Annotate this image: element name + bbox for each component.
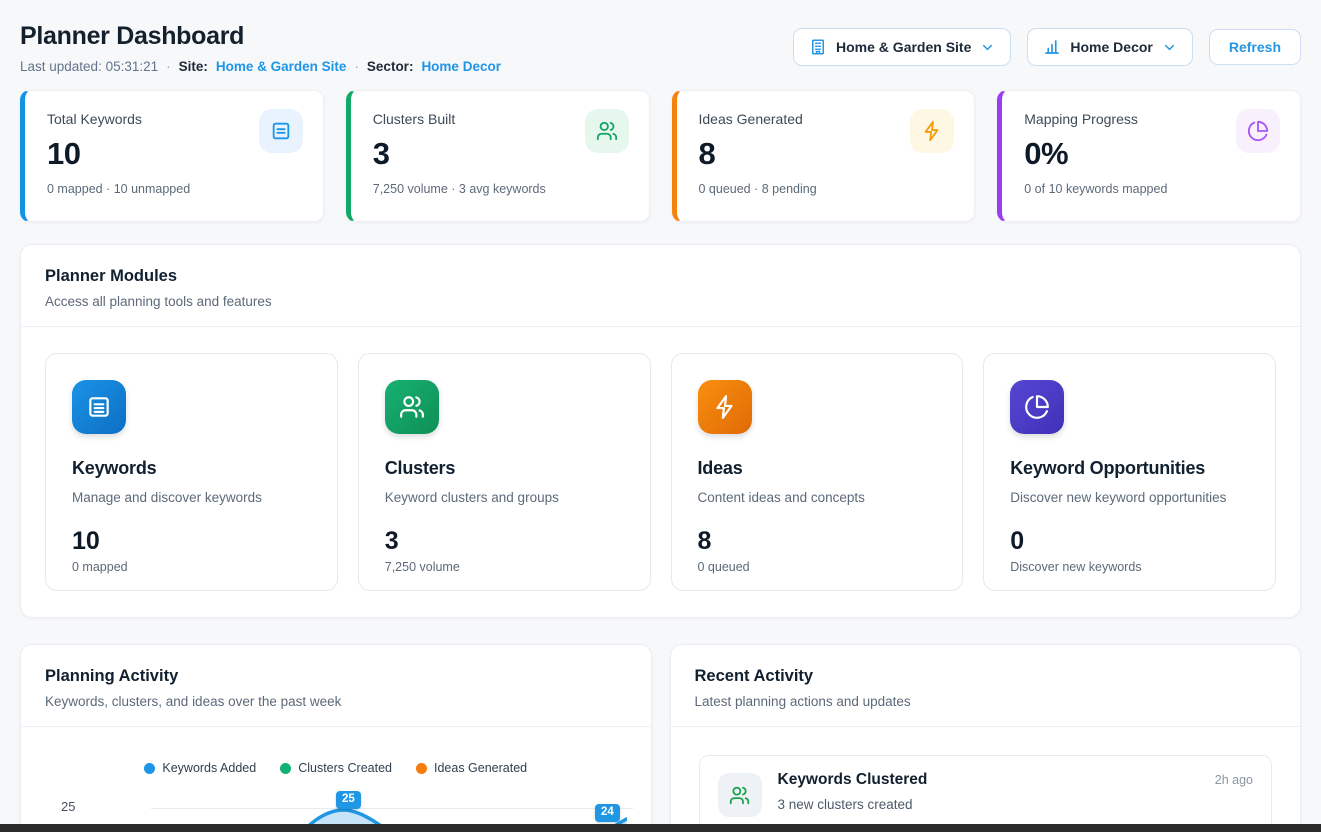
- users-icon: [585, 109, 629, 153]
- module-value: 8: [698, 527, 937, 556]
- header-toolbar: Home & Garden Site Home Decor Refresh: [793, 28, 1301, 66]
- module-value: 0: [1010, 527, 1249, 556]
- bottom-bar: [0, 824, 1321, 832]
- recent-activity-panel: Recent Activity Latest planning actions …: [670, 644, 1302, 832]
- stat-sub: 0 of 10 keywords mapped: [1024, 182, 1278, 196]
- legend-label: Keywords Added: [162, 761, 256, 775]
- recent-activity-header: Recent Activity Latest planning actions …: [671, 645, 1301, 726]
- pie-chart-icon: [1010, 380, 1064, 434]
- module-description: Content ideas and concepts: [698, 490, 937, 505]
- module-card-keyword-opportunities[interactable]: Keyword Opportunities Discover new keywo…: [983, 353, 1276, 591]
- module-title: Ideas: [698, 458, 937, 479]
- pie-chart-icon: [1236, 109, 1280, 153]
- header-left: Planner Dashboard Last updated: 05:31:21…: [20, 20, 501, 74]
- activity-title: Keywords Clustered: [778, 771, 928, 789]
- modules-panel-title: Planner Modules: [45, 267, 1276, 286]
- sector-selector-label: Home Decor: [1070, 39, 1152, 55]
- document-icon: [259, 109, 303, 153]
- module-card-ideas[interactable]: Ideas Content ideas and concepts 8 0 que…: [671, 353, 964, 591]
- sector-selector-button[interactable]: Home Decor: [1027, 28, 1192, 66]
- module-value: 10: [72, 527, 311, 556]
- refresh-button[interactable]: Refresh: [1209, 29, 1301, 65]
- planning-activity-subtitle: Keywords, clusters, and ideas over the p…: [45, 694, 627, 709]
- modules-body: Keywords Manage and discover keywords 10…: [21, 327, 1300, 617]
- legend-label: Clusters Created: [298, 761, 392, 775]
- point-label-badge: 24: [595, 804, 620, 822]
- stat-sub: 0 mapped · 10 unmapped: [47, 182, 301, 196]
- bottom-row: Planning Activity Keywords, clusters, an…: [20, 644, 1301, 832]
- modules-panel-subtitle: Access all planning tools and features: [45, 294, 1276, 309]
- document-icon: [72, 380, 126, 434]
- module-sub: 0 queued: [698, 560, 937, 574]
- page-title: Planner Dashboard: [20, 22, 501, 51]
- activity-top-row: Keywords Clustered 2h ago: [778, 771, 1254, 789]
- lightning-icon: [910, 109, 954, 153]
- activity-item-keywords-clustered: Keywords Clustered 2h ago 3 new clusters…: [699, 755, 1273, 832]
- stat-sub: 7,250 volume · 3 avg keywords: [373, 182, 627, 196]
- planning-activity-panel: Planning Activity Keywords, clusters, an…: [20, 644, 652, 832]
- chevron-down-icon: [980, 40, 995, 55]
- point-label-badge: 25: [336, 791, 361, 809]
- legend-dot-orange: [416, 763, 427, 774]
- sector-label: Sector:: [367, 59, 414, 74]
- dashboard-page: Planner Dashboard Last updated: 05:31:21…: [0, 0, 1321, 832]
- module-description: Manage and discover keywords: [72, 490, 311, 505]
- module-card-clusters[interactable]: Clusters Keyword clusters and groups 3 7…: [358, 353, 651, 591]
- sector-link[interactable]: Home Decor: [421, 59, 501, 74]
- site-selector-label: Home & Garden Site: [836, 39, 971, 55]
- module-title: Keywords: [72, 458, 311, 479]
- chevron-down-icon: [1162, 40, 1177, 55]
- stat-sub: 0 queued · 8 pending: [699, 182, 953, 196]
- planning-activity-title: Planning Activity: [45, 667, 627, 686]
- page-meta: Last updated: 05:31:21 · Site: Home & Ga…: [20, 59, 501, 74]
- users-icon: [718, 773, 762, 817]
- meta-separator: ·: [354, 59, 359, 74]
- page-header: Planner Dashboard Last updated: 05:31:21…: [20, 20, 1301, 74]
- module-title: Keyword Opportunities: [1010, 458, 1249, 479]
- module-sub: 7,250 volume: [385, 560, 624, 574]
- divider: [21, 726, 651, 727]
- site-link[interactable]: Home & Garden Site: [216, 59, 347, 74]
- legend-item-clusters-created: Clusters Created: [280, 761, 392, 775]
- module-description: Keyword clusters and groups: [385, 490, 624, 505]
- module-description: Discover new keyword opportunities: [1010, 490, 1249, 505]
- legend-item-keywords-added: Keywords Added: [144, 761, 256, 775]
- stats-row: Total Keywords 10 0 mapped · 10 unmapped…: [20, 90, 1301, 222]
- chart-legend: Keywords Added Clusters Created Ideas Ge…: [21, 761, 651, 775]
- last-updated-text: Last updated: 05:31:21: [20, 59, 158, 74]
- stat-card-total-keywords: Total Keywords 10 0 mapped · 10 unmapped: [20, 90, 324, 222]
- activity-description: 3 new clusters created: [778, 797, 1254, 812]
- lightning-icon: [698, 380, 752, 434]
- recent-activity-subtitle: Latest planning actions and updates: [695, 694, 1277, 709]
- legend-dot-blue: [144, 763, 155, 774]
- module-card-keywords[interactable]: Keywords Manage and discover keywords 10…: [45, 353, 338, 591]
- building-icon: [809, 38, 827, 56]
- modules-panel-header: Planner Modules Access all planning tool…: [21, 245, 1300, 326]
- modules-grid: Keywords Manage and discover keywords 10…: [45, 353, 1276, 591]
- legend-item-ideas-generated: Ideas Generated: [416, 761, 527, 775]
- planning-activity-header: Planning Activity Keywords, clusters, an…: [21, 645, 651, 726]
- module-sub: Discover new keywords: [1010, 560, 1249, 574]
- meta-separator: ·: [166, 59, 171, 74]
- module-sub: 0 mapped: [72, 560, 311, 574]
- recent-activity-title: Recent Activity: [695, 667, 1277, 686]
- bar-chart-icon: [1043, 38, 1061, 56]
- site-label: Site:: [179, 59, 208, 74]
- activity-list: Keywords Clustered 2h ago 3 new clusters…: [671, 727, 1301, 832]
- module-title: Clusters: [385, 458, 624, 479]
- stat-card-mapping-progress: Mapping Progress 0% 0 of 10 keywords map…: [997, 90, 1301, 222]
- legend-dot-green: [280, 763, 291, 774]
- planner-modules-panel: Planner Modules Access all planning tool…: [20, 244, 1301, 618]
- stat-card-clusters-built: Clusters Built 3 7,250 volume · 3 avg ke…: [346, 90, 650, 222]
- activity-timestamp: 2h ago: [1215, 773, 1253, 787]
- stat-card-ideas-generated: Ideas Generated 8 0 queued · 8 pending: [672, 90, 976, 222]
- users-icon: [385, 380, 439, 434]
- activity-content: Keywords Clustered 2h ago 3 new clusters…: [778, 771, 1254, 812]
- legend-label: Ideas Generated: [434, 761, 527, 775]
- site-selector-button[interactable]: Home & Garden Site: [793, 28, 1011, 66]
- module-value: 3: [385, 527, 624, 556]
